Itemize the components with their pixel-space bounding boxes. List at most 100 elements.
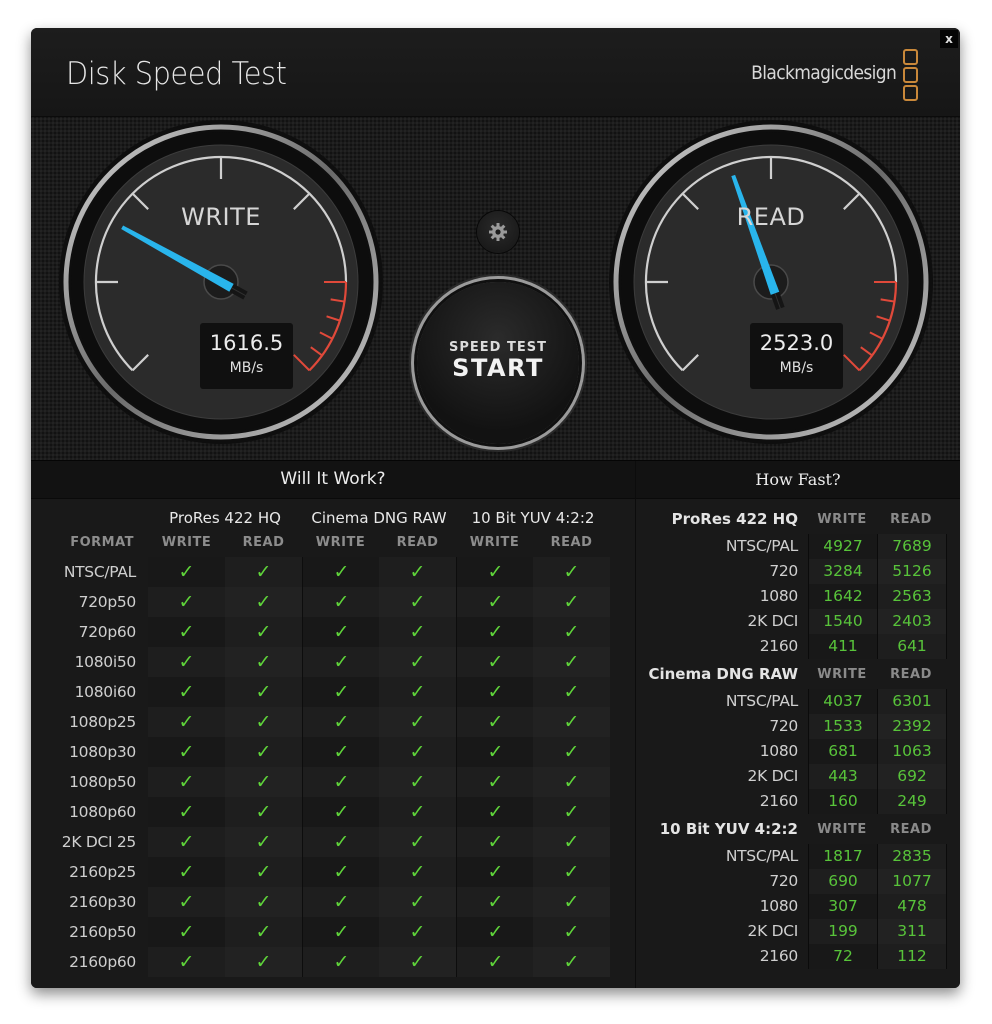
table-row: 1080 307 478 xyxy=(636,894,960,919)
check-icon: ✓ xyxy=(225,617,302,647)
check-icon: ✓ xyxy=(456,557,534,587)
format-label: 1080p60 xyxy=(69,803,136,821)
check-icon: ✓ xyxy=(379,587,456,617)
table-row: 2160p60 ✓ ✓ ✓ ✓ ✓ ✓ xyxy=(31,947,610,977)
check-icon: ✓ xyxy=(148,767,225,797)
start-speed-test-button[interactable]: SPEED TEST START xyxy=(417,282,579,444)
read-gauge-dial xyxy=(609,120,933,444)
format-label: 720p60 xyxy=(78,623,137,641)
gear-icon xyxy=(489,223,507,241)
table-row: NTSC/PAL 4037 6301 xyxy=(636,689,960,714)
format-label: NTSC/PAL xyxy=(63,563,136,581)
write-speed-cell: 443 xyxy=(808,764,877,789)
check-icon: ✓ xyxy=(148,587,225,617)
check-icon: ✓ xyxy=(379,947,456,977)
format-label: 720p50 xyxy=(78,593,137,611)
write-speed-value: 1616.5 xyxy=(209,331,284,355)
write-speed-cell: 72 xyxy=(808,944,877,969)
check-icon: ✓ xyxy=(379,887,456,917)
brand-name: Blackmagicdesign xyxy=(750,62,897,84)
write-speed-unit: MB/s xyxy=(229,360,264,376)
table-row: 1080p60 ✓ ✓ ✓ ✓ ✓ ✓ xyxy=(31,797,610,827)
check-icon: ✓ xyxy=(148,617,225,647)
format-label: 1080 xyxy=(759,742,799,760)
check-icon: ✓ xyxy=(533,737,610,767)
column-header-write: WRITE xyxy=(315,535,366,550)
check-icon: ✓ xyxy=(533,707,610,737)
start-button-subtitle: SPEED TEST xyxy=(449,340,547,355)
check-icon: ✓ xyxy=(379,737,456,767)
check-icon: ✓ xyxy=(302,677,380,707)
write-speed-cell: 4037 xyxy=(808,689,877,714)
table-row: 2160 411 641 xyxy=(636,634,960,659)
check-icon: ✓ xyxy=(456,827,534,857)
table-row: 2160p25 ✓ ✓ ✓ ✓ ✓ ✓ xyxy=(31,857,610,887)
check-icon: ✓ xyxy=(456,797,534,827)
check-icon: ✓ xyxy=(302,647,380,677)
table-row: 1080p25 ✓ ✓ ✓ ✓ ✓ ✓ xyxy=(31,707,610,737)
column-header-read: READ xyxy=(242,535,285,550)
format-label: NTSC/PAL xyxy=(725,537,798,555)
column-header-write: WRITE xyxy=(161,535,212,550)
write-speed-cell: 3284 xyxy=(808,559,877,584)
table-row: 2K DCI 1540 2403 xyxy=(636,609,960,634)
read-gauge: READ 2523.0 MB/s xyxy=(606,117,936,447)
check-icon: ✓ xyxy=(225,827,302,857)
check-icon: ✓ xyxy=(302,557,380,587)
table-row: 1080 1642 2563 xyxy=(636,584,960,609)
format-label: 720 xyxy=(769,717,798,735)
check-icon: ✓ xyxy=(225,647,302,677)
codec-header-yuv: 10 Bit YUV 4:2:2 xyxy=(471,509,595,527)
table-row: 1080p50 ✓ ✓ ✓ ✓ ✓ ✓ xyxy=(31,767,610,797)
format-label: 720 xyxy=(769,562,798,580)
table-row: 2K DCI 443 692 xyxy=(636,764,960,789)
read-speed-cell: 6301 xyxy=(877,689,947,714)
format-label: 2160 xyxy=(759,792,799,810)
title-bar: Disk Speed Test Blackmagicdesign x xyxy=(31,28,960,117)
format-label: 1080p25 xyxy=(69,713,136,731)
format-label: 2K DCI xyxy=(747,767,799,785)
check-icon: ✓ xyxy=(225,917,302,947)
table-row: 720 690 1077 xyxy=(636,869,960,894)
write-readout: 1616.5 MB/s xyxy=(200,323,293,389)
check-icon: ✓ xyxy=(456,647,534,677)
format-label: 2160p30 xyxy=(69,893,136,911)
write-gauge: WRITE 1616.5 MB/s xyxy=(56,117,386,447)
check-icon: ✓ xyxy=(379,707,456,737)
format-label: 2160p50 xyxy=(69,923,136,941)
table-row: 2K DCI 25 ✓ ✓ ✓ ✓ ✓ ✓ xyxy=(31,827,610,857)
table-row: 2160p30 ✓ ✓ ✓ ✓ ✓ ✓ xyxy=(31,887,610,917)
write-column-header: WRITE xyxy=(817,822,867,837)
app-window: Disk Speed Test Blackmagicdesign x WRITE… xyxy=(31,28,960,988)
check-icon: ✓ xyxy=(379,917,456,947)
column-header-read: READ xyxy=(550,535,593,550)
check-icon: ✓ xyxy=(148,707,225,737)
check-icon: ✓ xyxy=(533,917,610,947)
read-column-header: READ xyxy=(890,822,932,837)
format-label: 1080p30 xyxy=(69,743,136,761)
write-speed-cell: 4927 xyxy=(808,534,877,559)
read-column-header: READ xyxy=(890,667,932,682)
check-icon: ✓ xyxy=(456,917,534,947)
check-icon: ✓ xyxy=(302,767,380,797)
check-icon: ✓ xyxy=(148,797,225,827)
check-icon: ✓ xyxy=(456,887,534,917)
read-readout: 2523.0 MB/s xyxy=(750,323,843,389)
read-speed-cell: 7689 xyxy=(877,534,947,559)
how-fast-panel: How Fast? ProRes 422 HQ WRITE READ NTSC/PAL… xyxy=(636,461,960,988)
settings-button[interactable] xyxy=(477,211,519,253)
table-row: 2160 160 249 xyxy=(636,789,960,814)
check-icon: ✓ xyxy=(148,917,225,947)
close-button[interactable]: x xyxy=(940,30,958,48)
check-icon: ✓ xyxy=(148,887,225,917)
read-column-header: READ xyxy=(890,512,932,527)
check-icon: ✓ xyxy=(225,707,302,737)
check-icon: ✓ xyxy=(379,677,456,707)
check-icon: ✓ xyxy=(148,827,225,857)
check-icon: ✓ xyxy=(533,647,610,677)
table-row: 1080p30 ✓ ✓ ✓ ✓ ✓ ✓ xyxy=(31,737,610,767)
check-icon: ✓ xyxy=(379,557,456,587)
check-icon: ✓ xyxy=(302,707,380,737)
read-speed-cell: 112 xyxy=(877,944,947,969)
app-title: Disk Speed Test xyxy=(66,56,287,92)
